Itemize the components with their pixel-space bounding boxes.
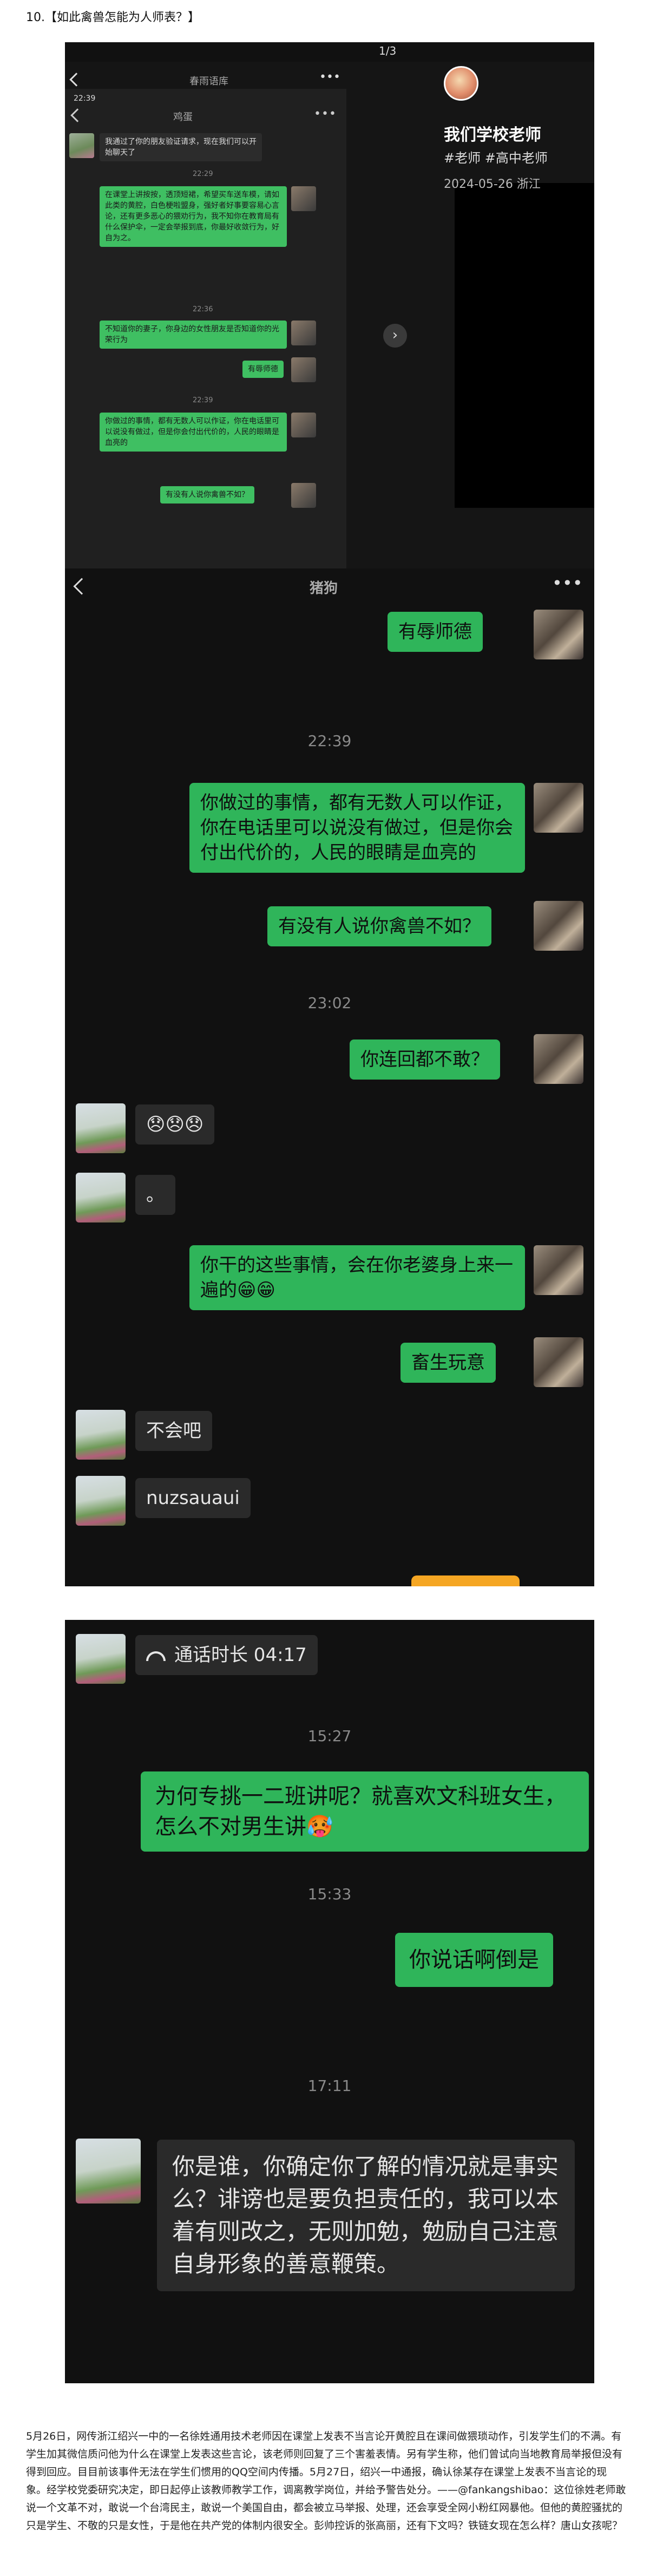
chat-title: 猪狗 (310, 580, 338, 597)
inner-more-icon: ••• (314, 107, 337, 121)
partial-element (411, 1575, 520, 1586)
chat-bubble: 你干的这些事情，会在你老婆身上来一遍的😁😁 (189, 1245, 525, 1310)
post-date: 2024-05-26 浙江 (444, 178, 541, 191)
avatar (534, 1337, 583, 1387)
timestamp: 22:29 (193, 170, 213, 178)
author-name[interactable]: 我们学校老师 (444, 121, 541, 145)
timestamp: 15:27 (307, 1727, 352, 1745)
avatar (76, 1634, 126, 1684)
phone-status-time: 22:39 (74, 94, 96, 103)
chat-bubble: 你做过的事情，都有无数人可以作证，你在电话里可以说没有做过，但是你会付出代价的，… (100, 413, 287, 452)
inner-chat-header: 鸡蛋 ••• (65, 106, 346, 130)
chat-bubble: 畜生玩意 (400, 1343, 496, 1383)
avatar (534, 610, 583, 659)
chat-bubble: 不知道你的妻子，你身边的女性朋友是否知道你的光荣行为 (100, 321, 287, 349)
avatar (534, 901, 583, 951)
chat-bubble: 。 (135, 1175, 175, 1215)
chat-bubble: 不会吧 (135, 1411, 212, 1451)
avatar (76, 1103, 126, 1153)
chat-bubble: 有没有人说你禽兽不如？ (160, 486, 254, 504)
timestamp: 22:36 (193, 305, 213, 313)
call-duration-text: 通话时长 04:17 (174, 1644, 307, 1666)
avatar (76, 1173, 126, 1222)
page-counter: 1/3 (379, 44, 397, 57)
chat-screenshot-2: 猪狗 ••• 有辱师德 22:39 你做过的事情，都有无数人可以作证，你在电话里… (65, 568, 594, 1586)
avatar (291, 413, 316, 437)
article-heading: 10.【如此禽兽怎能为人师表？】 (26, 11, 200, 24)
avatar (76, 1410, 126, 1460)
timestamp: 23:02 (307, 994, 352, 1012)
video-screenshot-panel: 1/3 春雨语库 ••• 22:39 鸡蛋 ••• 我通过了你的朋友验证请求，现… (65, 42, 594, 568)
article-body: 5月26日，网传浙江绍兴一中的一名徐姓通用技术老师因在课堂上发表不当言论开黄腔且… (26, 2430, 626, 2532)
chat-bubble: 你是谁，你确定你了解的情况就是事实么？诽谤也是要负担责任的，我可以本着有则改之，… (157, 2140, 575, 2291)
chat-bubble: 有没有人说你禽兽不如？ (267, 906, 491, 946)
author-info: 我们学校老师 #老师 #高中老师 2024-05-26 浙江 (433, 62, 594, 549)
chat-bubble: nuzsauaui (135, 1478, 251, 1518)
back-arrow-icon[interactable] (69, 73, 83, 87)
timestamp: 22:39 (307, 732, 352, 750)
chat-bubble: 有辱师德 (388, 612, 483, 652)
back-arrow-icon[interactable] (73, 578, 90, 595)
chat-bubble: 你做过的事情，都有无数人可以作证，你在电话里可以说没有做过，但是你会付出代价的，… (189, 783, 525, 873)
avatar (534, 783, 583, 833)
video-top-bar: 1/3 (65, 42, 594, 62)
more-options-icon[interactable]: ••• (552, 573, 583, 593)
avatar (291, 357, 316, 382)
chat-bubble: 😞😞😞 (135, 1104, 215, 1145)
chat-bubble: 我通过了你的朋友验证请求，现在我们可以开始聊天了 (100, 133, 262, 161)
next-image-button[interactable]: › (383, 324, 407, 348)
chat-bubble: 为何专挑一二班讲呢？就喜欢文科班女生，怎么不对男生讲🥵 (141, 1771, 589, 1852)
author-tags[interactable]: #老师 #高中老师 (444, 147, 548, 166)
avatar (291, 186, 316, 211)
video-title: 春雨语库 (189, 76, 228, 87)
avatar (291, 483, 316, 508)
inner-chat-title: 鸡蛋 (173, 112, 193, 123)
avatar (76, 2139, 141, 2204)
call-duration-bubble: 通话时长 04:17 (135, 1635, 318, 1675)
timestamp: 17:11 (307, 2077, 352, 2095)
author-avatar[interactable] (444, 66, 478, 101)
timestamp: 22:39 (193, 396, 213, 404)
more-options-icon[interactable]: ••• (319, 70, 340, 84)
chat-screenshot-3: 通话时长 04:17 15:27 为何专挑一二班讲呢？就喜欢文科班女生，怎么不对… (65, 1620, 594, 2383)
timestamp: 15:33 (307, 1885, 352, 1903)
chat-bubble: 有辱师德 (242, 361, 284, 378)
phone-screenshot: 22:39 鸡蛋 ••• 我通过了你的朋友验证请求，现在我们可以开始聊天了 22… (65, 89, 346, 568)
chat-bubble: 你说话啊倒是 (395, 1933, 553, 1987)
avatar (69, 133, 94, 158)
phone-call-icon (146, 1651, 166, 1661)
avatar (534, 1245, 583, 1295)
chat-bubble: 你连回都不敢？ (350, 1039, 500, 1080)
avatar (76, 1476, 126, 1526)
avatar (534, 1034, 583, 1084)
avatar (291, 321, 316, 345)
chat-bubble: 在课堂上讲按按，透顶短裙，希望买车送车模，请如此类的黄腔，白色梗啦盟身，强好者好… (100, 186, 287, 247)
inner-back-icon (70, 108, 84, 122)
